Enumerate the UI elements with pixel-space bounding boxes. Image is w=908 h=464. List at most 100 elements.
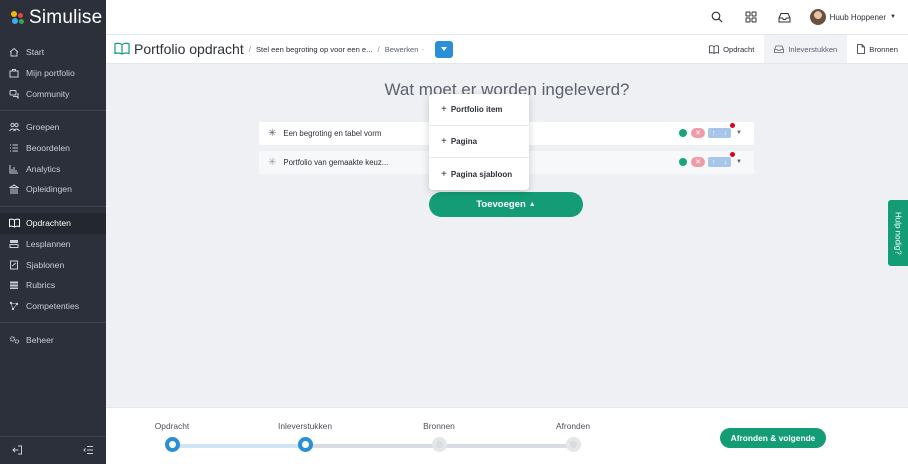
chevron-down-icon[interactable]: ▼ [736,159,742,165]
sidebar: Simulise Start Mijn portfolio Community … [0,0,106,464]
tab-opdracht[interactable]: Opdracht [699,35,764,63]
sidebar-item-beheer[interactable]: Beheer [0,329,106,350]
user-name: Huub Hoppener [829,12,887,22]
step-opdracht[interactable]: Opdracht [132,421,212,452]
help-tab[interactable]: Hulp nodig? [888,200,908,266]
tab-label: Inleverstukken [788,44,838,54]
add-dropdown-toggle[interactable] [435,40,454,58]
user-menu[interactable]: Huub Hoppener ▼ [809,9,896,25]
list-check-icon [8,142,20,154]
add-button[interactable]: Toevoegen ▲ [429,192,583,217]
step-afronden[interactable]: Afronden [533,421,613,452]
sidebar-item-label: Start [26,47,45,58]
add-menu-item-portfolio-item[interactable]: + Portfolio item [429,94,529,126]
arrow-down-icon[interactable]: ↓ [724,159,728,166]
collapse-sidebar-icon[interactable] [83,445,94,457]
asterisk-icon: ✳ [268,157,277,168]
step-label: Opdracht [154,421,190,431]
header-tabs: Opdracht Inleverstukken Bronnen [699,35,908,63]
deliverable-label: Een begroting en tabel vorm [283,129,382,138]
page-title: Portfolio opdracht [134,41,244,57]
sidebar-item-label: Competenties [26,300,80,311]
arrow-up-icon[interactable]: ↑ [712,159,716,166]
inbox-icon[interactable] [778,10,792,24]
add-menu-item-pagina-sjabloon[interactable]: + Pagina sjabloon [429,158,529,190]
sidebar-item-lesplannen[interactable]: Lesplannen [0,234,106,255]
delete-button[interactable]: ✕ [691,157,706,167]
step-bronnen[interactable]: Bronnen [399,421,479,452]
sidebar-item-label: Lesplannen [26,238,71,249]
breadcrumb-assignment[interactable]: Stel een begroting op voor een e... [256,45,373,54]
step-indicator[interactable] [297,437,313,452]
sidebar-item-beoordelen[interactable]: Beoordelen [0,138,106,159]
arrow-up-icon[interactable]: ↑ [712,130,716,137]
sidebar-item-groepen[interactable]: Groepen [0,117,106,138]
bar-chart-icon [8,163,20,175]
search-icon[interactable] [710,10,724,24]
sidebar-item-label: Sjablonen [26,259,65,270]
asterisk-icon: ✳ [268,128,277,139]
chevron-down-icon[interactable]: ▼ [736,130,742,136]
sidebar-item-community[interactable]: Community [0,83,106,104]
move-buttons[interactable]: ↑ ↓ [708,152,736,167]
step-indicator[interactable] [164,437,180,452]
add-button-label: Toevoegen [476,199,526,210]
network-icon [8,300,20,312]
sidebar-item-rubrics[interactable]: Rubrics [0,275,106,296]
add-menu-item-pagina[interactable]: + Pagina [429,126,529,158]
tab-inleverstukken[interactable]: Inleverstukken [764,35,848,63]
file-icon [857,44,866,54]
sidebar-item-analytics[interactable]: Analytics [0,158,106,179]
nav-group-main: Start Mijn portfolio Community [0,36,106,112]
sidebar-footer [0,436,106,464]
plus-icon: + [441,168,447,180]
template-icon [8,259,20,271]
logout-icon[interactable] [12,445,23,457]
sidebar-item-competenties[interactable]: Competenties [0,296,106,317]
row-controls: ✕ ↑ ↓ ▼ [679,123,742,138]
tab-label: Opdracht [723,44,755,54]
sidebar-item-mijn-portfolio[interactable]: Mijn portfolio [0,63,106,84]
progress-footer: Opdracht Inleverstukken Bronnen Afronden… [106,407,908,464]
row-controls: ✕ ↑ ↓ ▼ [679,152,742,167]
breadcrumb-edit[interactable]: Bewerken [385,45,419,54]
logo-mark-icon [10,10,26,26]
breadcrumb-separator: / [377,44,380,54]
sidebar-item-opdrachten[interactable]: Opdrachten [0,212,106,234]
portfolio-icon [8,67,20,79]
chevron-down-icon: ▼ [890,14,896,20]
notification-dot [730,152,736,157]
sidebar-item-sjablonen[interactable]: Sjablonen [0,254,106,275]
users-icon [8,121,20,133]
sidebar-item-label: Groepen [26,122,60,133]
breadcrumb-separator: / [248,44,251,54]
chat-icon [8,88,20,100]
arrow-down-icon[interactable]: ↓ [724,130,728,137]
tab-label: Bronnen [869,44,898,54]
step-indicator[interactable] [565,437,581,452]
logo[interactable]: Simulise [0,0,106,36]
step-label: Inleverstukken [278,421,332,431]
tab-bronnen[interactable]: Bronnen [847,35,908,63]
home-icon [8,46,20,58]
sidebar-item-start[interactable]: Start [0,42,106,63]
plus-icon: + [441,136,447,147]
book-open-icon [114,42,130,57]
finish-next-button[interactable]: Afronden & volgende [720,428,826,448]
institution-icon [8,183,20,195]
add-menu: + Portfolio item + Pagina + Pagina sjabl… [429,94,529,190]
avatar [809,9,826,25]
close-icon: ✕ [695,159,701,166]
step-indicator[interactable] [431,437,447,452]
app-name: Simulise [29,7,103,28]
status-dot [679,158,688,166]
delete-button[interactable]: ✕ [691,128,706,138]
gears-icon [8,334,20,346]
book-open-icon [8,217,20,229]
apps-grid-icon[interactable] [744,10,758,24]
step-inleverstukken[interactable]: Inleverstukken [265,421,345,452]
sidebar-item-opleidingen[interactable]: Opleidingen [0,179,106,200]
menu-item-label: Pagina [450,137,478,146]
move-buttons[interactable]: ↑ ↓ [708,123,736,138]
sidebar-item-label: Opleidingen [26,184,72,195]
